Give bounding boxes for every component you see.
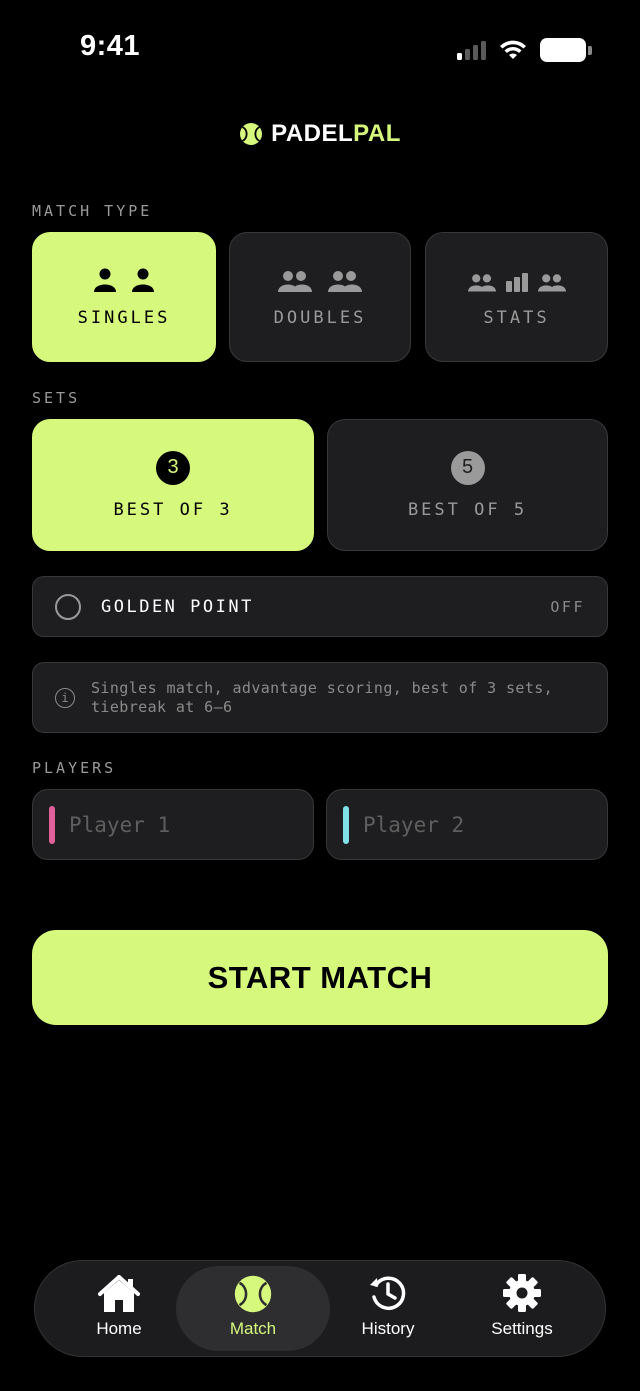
- stats-icon: [467, 266, 566, 292]
- match-type-doubles-label: DOUBLES: [273, 308, 367, 328]
- status-icons: [457, 38, 592, 62]
- golden-point-toggle[interactable]: GOLDEN POINT OFF: [32, 576, 608, 637]
- sets-best-of-5-label: BEST OF 5: [407, 499, 528, 520]
- tab-settings-label: Settings: [491, 1319, 553, 1338]
- tab-match-label: Match: [229, 1319, 277, 1338]
- player-1-color-marker: [49, 805, 55, 844]
- sets-best-of-3[interactable]: 3 BEST OF 3: [32, 419, 314, 551]
- app-logo: PADELPAL: [0, 120, 640, 148]
- tab-match[interactable]: Match: [176, 1266, 330, 1351]
- golden-point-state: OFF: [550, 597, 585, 616]
- battery-icon: [540, 38, 592, 62]
- tab-history[interactable]: History: [311, 1266, 465, 1351]
- singles-icon: [94, 266, 154, 292]
- tab-home[interactable]: Home: [42, 1266, 196, 1351]
- golden-point-label: GOLDEN POINT: [101, 596, 254, 617]
- tab-history-label: History: [361, 1319, 415, 1338]
- sets-best-of-3-badge: 3: [156, 450, 190, 485]
- wifi-icon: [500, 40, 526, 59]
- cellular-signal-icon: [457, 40, 486, 60]
- sets-best-of-3-label: BEST OF 3: [113, 499, 233, 520]
- match-type-doubles[interactable]: DOUBLES: [229, 232, 411, 362]
- player-1-field[interactable]: [32, 789, 314, 860]
- doubles-icon: [278, 266, 362, 292]
- match-info-text: Singles match, advantage scoring, best o…: [91, 679, 553, 717]
- match-type-stats[interactable]: STATS: [425, 232, 608, 362]
- player-2-input[interactable]: [363, 812, 583, 837]
- tennis-ball-icon: [234, 1275, 272, 1313]
- match-type-label: MATCH TYPE: [32, 202, 153, 220]
- sets-label: SETS: [32, 389, 81, 407]
- match-info-line1: Singles match, advantage scoring, best o…: [91, 678, 554, 697]
- home-icon: [98, 1275, 140, 1312]
- player-2-field[interactable]: [326, 789, 608, 860]
- player-2-color-marker: [343, 805, 349, 844]
- golden-point-radio[interactable]: [55, 593, 81, 620]
- tab-settings[interactable]: Settings: [445, 1266, 599, 1351]
- match-info-line2: tiebreak at 6–6: [91, 697, 233, 716]
- match-type-singles[interactable]: SINGLES: [32, 232, 216, 362]
- app-name-part1: PADEL: [271, 120, 354, 147]
- app-name-part2: PAL: [353, 120, 401, 147]
- gear-icon: [503, 1274, 541, 1312]
- status-time: 9:41: [80, 30, 141, 62]
- match-info: i Singles match, advantage scoring, best…: [32, 662, 608, 733]
- player-1-input[interactable]: [69, 812, 289, 837]
- players-label: PLAYERS: [32, 759, 117, 777]
- sets-best-of-5[interactable]: 5 BEST OF 5: [327, 419, 608, 551]
- app-name: PADELPAL: [271, 120, 401, 148]
- match-type-singles-label: SINGLES: [77, 308, 171, 328]
- start-match-button[interactable]: START MATCH: [32, 930, 608, 1025]
- history-icon: [370, 1276, 406, 1310]
- match-type-stats-label: STATS: [483, 308, 550, 328]
- tab-home-label: Home: [96, 1319, 142, 1338]
- tennis-ball-icon: [240, 123, 263, 145]
- info-icon: i: [55, 687, 75, 708]
- sets-best-of-5-badge: 5: [450, 450, 485, 485]
- tab-bar: Home Match History Settings: [34, 1260, 606, 1357]
